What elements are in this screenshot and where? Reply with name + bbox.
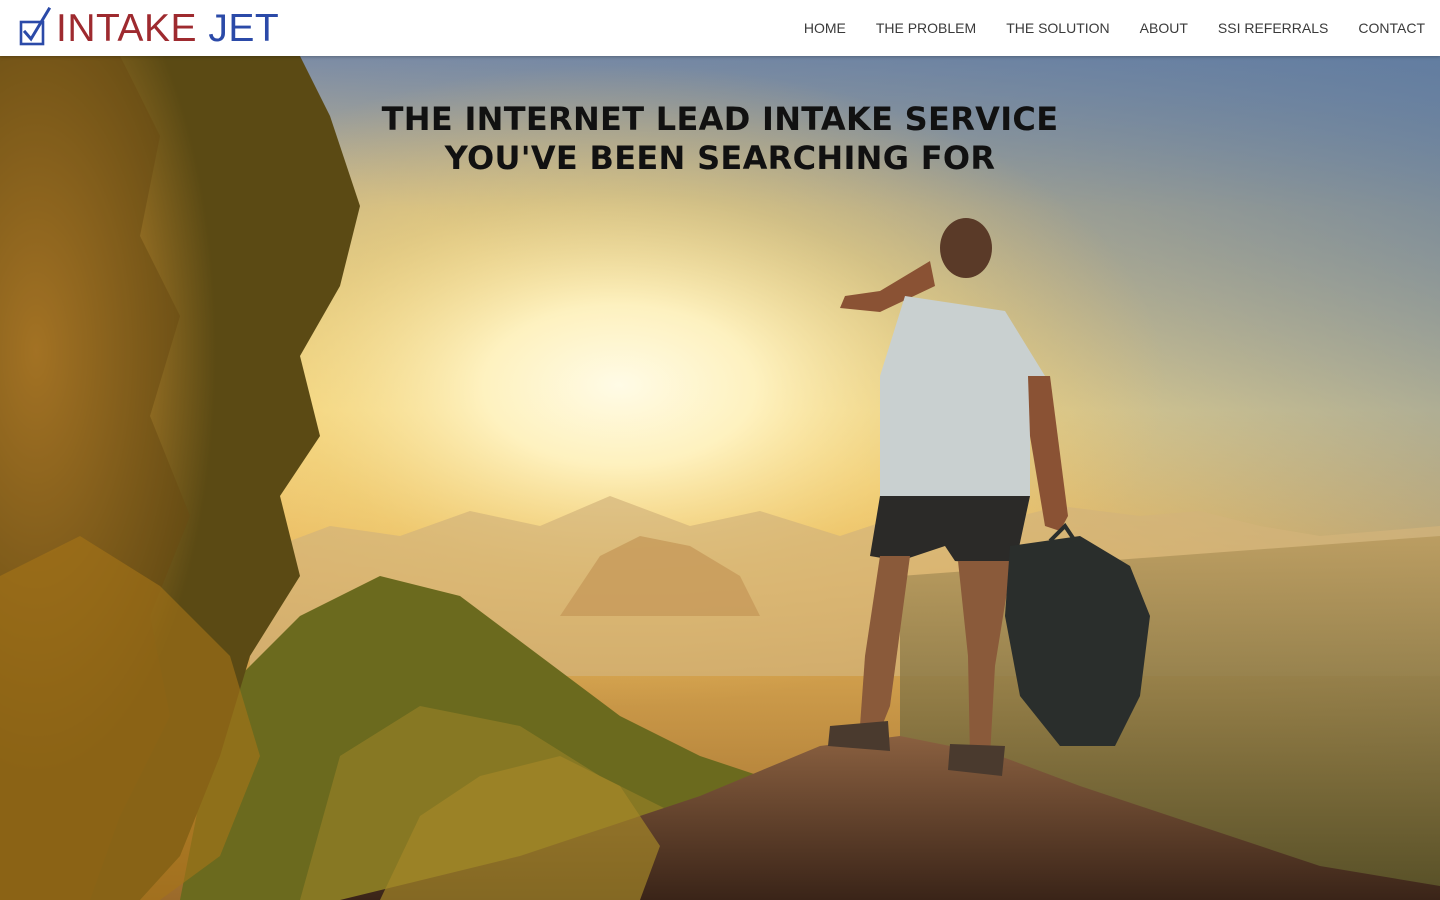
nav-the-solution[interactable]: THE SOLUTION [1006,20,1109,36]
site-header: INTAKE JET HOME THE PROBLEM THE SOLUTION… [0,0,1440,56]
hero-title-line-1: THE INTERNET LEAD INTAKE SERVICE [381,100,1059,138]
nav-the-problem[interactable]: THE PROBLEM [876,20,976,36]
hero-background-image [0,56,1440,900]
hero-title-line-2: YOU'VE BEEN SEARCHING FOR [444,139,996,177]
nav-ssi-referrals[interactable]: SSI REFERRALS [1218,20,1328,36]
checkbox-check-icon [19,7,52,46]
hero-title: THE INTERNET LEAD INTAKE SERVICE YOU'VE … [0,100,1440,178]
nav-contact[interactable]: CONTACT [1358,20,1425,36]
nav-about[interactable]: ABOUT [1140,20,1188,36]
brand-name: INTAKE JET [56,7,280,50]
nav-home[interactable]: HOME [804,20,846,36]
logo-link[interactable]: INTAKE JET [18,3,279,49]
hero-section: THE INTERNET LEAD INTAKE SERVICE YOU'VE … [0,56,1440,900]
main-nav: HOME THE PROBLEM THE SOLUTION ABOUT SSI … [804,0,1425,56]
